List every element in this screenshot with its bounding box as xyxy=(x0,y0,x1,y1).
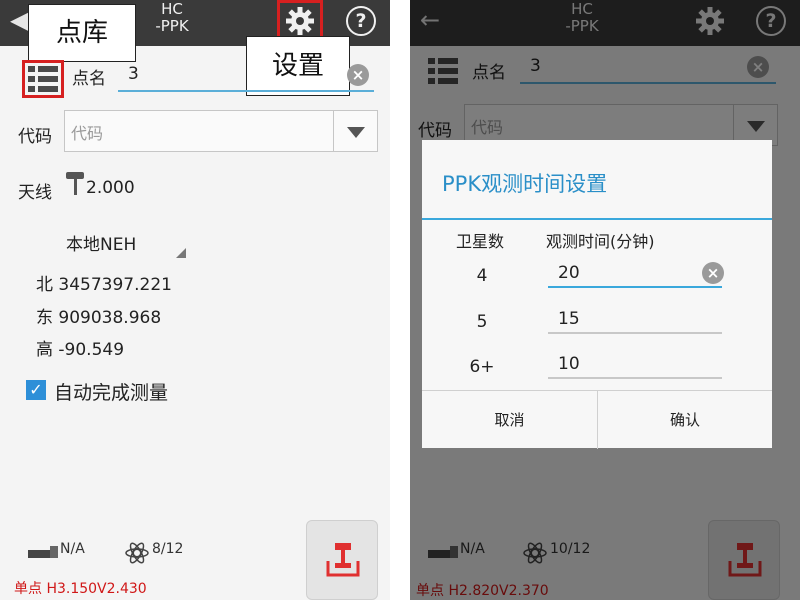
north-label: 北 xyxy=(36,275,53,295)
chevron-down-icon[interactable] xyxy=(333,111,377,151)
auto-complete-checkbox[interactable]: ✓ xyxy=(26,380,46,400)
satellite-icon xyxy=(125,542,149,564)
point-name-label: 点名 xyxy=(72,69,106,89)
dialog-divider xyxy=(422,218,772,220)
time-value-row2: 15 xyxy=(558,309,580,329)
auto-complete-label[interactable]: 自动完成测量 xyxy=(54,378,168,405)
cancel-button[interactable]: 取消 xyxy=(422,391,597,449)
clear-icon[interactable]: × xyxy=(702,262,724,284)
right-screen: ← HC -PPK ? 点名 3 × 代 xyxy=(410,0,800,600)
code-placeholder: 代码 xyxy=(71,124,104,143)
antenna-height-value[interactable]: 2.000 xyxy=(86,178,135,198)
time-value-row1: 20 xyxy=(558,263,580,283)
point-name-input[interactable]: 3 xyxy=(118,64,374,92)
code-combobox[interactable]: 代码 xyxy=(64,110,378,152)
sat-count-row3: 6+ xyxy=(469,357,495,377)
point-name-value: 3 xyxy=(128,64,139,84)
elevation-label: 高 xyxy=(36,340,53,360)
title-line2: -PPK xyxy=(155,17,189,35)
sat-count-row2: 5 xyxy=(476,312,488,332)
coord-east: 东 909038.968 xyxy=(36,303,161,328)
col-header-time: 观测时间(分钟) xyxy=(546,232,655,251)
coord-elevation: 高 -90.549 xyxy=(36,335,124,360)
north-value: 3457397.221 xyxy=(58,275,172,295)
dialog-title: PPK观测时间设置 xyxy=(442,172,608,196)
dropdown-corner-icon xyxy=(176,248,186,258)
time-input-row2[interactable]: 15 xyxy=(548,306,722,334)
left-screen: ◀ HC -PPK ? 点库 设置 点名 3 × 代码 代码 天线 2.000 … xyxy=(0,0,390,600)
satellite-count: 8/12 xyxy=(152,541,184,557)
time-value-row3: 10 xyxy=(558,354,580,374)
coord-north: 北 3457397.221 xyxy=(36,270,172,295)
sat-count-row1: 4 xyxy=(476,266,488,286)
measure-icon xyxy=(326,543,360,577)
antenna-label: 天线 xyxy=(18,183,52,203)
confirm-button[interactable]: 确认 xyxy=(597,391,772,449)
time-input-row3[interactable]: 10 xyxy=(548,351,722,379)
back-arrow-icon[interactable]: ◀ xyxy=(10,6,28,34)
col-header-satellites: 卫星数 xyxy=(456,232,505,251)
elevation-value: -90.549 xyxy=(58,340,125,360)
title-line1: HC xyxy=(161,0,183,18)
ppk-time-dialog: PPK观测时间设置 卫星数 观测时间(分钟) 4 20 × 5 15 6+ 10… xyxy=(422,140,772,449)
help-icon[interactable]: ? xyxy=(346,6,376,36)
east-value: 909038.968 xyxy=(58,308,162,328)
solution-status: 单点 H3.150V2.430 xyxy=(14,581,147,597)
coord-system-select[interactable]: 本地NEH xyxy=(66,230,136,255)
time-input-row1[interactable]: 20 xyxy=(548,260,722,288)
app-title: HC -PPK xyxy=(150,1,194,35)
signal-icon xyxy=(28,546,58,558)
antenna-icon[interactable] xyxy=(64,170,86,198)
east-label: 东 xyxy=(36,308,53,328)
clear-icon[interactable]: × xyxy=(347,64,369,86)
dialog-buttons: 取消 确认 xyxy=(422,390,772,449)
list-icon[interactable] xyxy=(28,66,58,92)
measure-button[interactable] xyxy=(306,520,378,600)
point-library-callout: 点库 xyxy=(28,4,136,62)
signal-status: N/A xyxy=(60,541,85,557)
code-label: 代码 xyxy=(18,127,52,147)
